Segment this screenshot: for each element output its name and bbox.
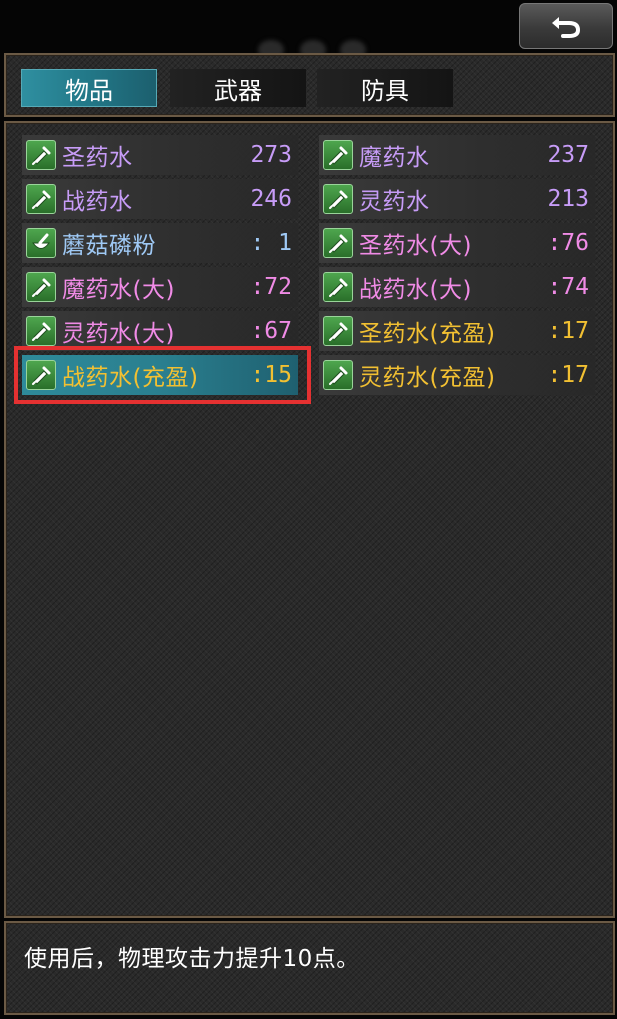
inventory-item[interactable]: 战药水 246 — [22, 179, 298, 219]
inventory-item[interactable]: 圣药水(充盈) :17 — [319, 311, 595, 351]
inventory-item[interactable]: 圣药水 273 — [22, 135, 298, 175]
potion-icon — [323, 272, 353, 302]
item-count: :17 — [547, 362, 589, 388]
potion-icon — [26, 316, 56, 346]
item-count: :76 — [547, 230, 589, 256]
selection-highlight — [14, 346, 311, 404]
back-button[interactable] — [519, 3, 613, 49]
item-name: 魔药水(大) — [62, 277, 175, 303]
inventory-item[interactable]: 蘑菇磷粉 : 1 — [22, 223, 298, 263]
item-name: 灵药水(充盈) — [359, 365, 496, 391]
potion-icon — [323, 184, 353, 214]
item-name: 灵药水(大) — [62, 321, 175, 347]
item-count: 213 — [547, 186, 589, 212]
potion-icon — [26, 272, 56, 302]
item-count: : 1 — [250, 230, 292, 256]
item-count: 273 — [250, 142, 292, 168]
item-name: 圣药水(大) — [359, 233, 472, 259]
return-arrow-icon — [552, 17, 581, 38]
potion-icon — [323, 316, 353, 346]
item-list-panel: 圣药水 273 战药水 246 蘑菇磷粉 : 1 魔药水(大) :72 灵药水(大) :67 战药水… — [4, 121, 615, 918]
potion-icon — [26, 140, 56, 170]
item-count: :17 — [547, 318, 589, 344]
inventory-item[interactable]: 灵药水(大) :67 — [22, 311, 298, 351]
item-name: 圣药水 — [62, 145, 133, 171]
item-description: 使用后，物理攻击力提升10点。 — [24, 946, 360, 972]
tab-items[interactable]: 物品 — [21, 69, 157, 107]
item-name: 战药水 — [62, 189, 133, 215]
inventory-item[interactable]: 圣药水(大) :76 — [319, 223, 595, 263]
item-count: 246 — [250, 186, 292, 212]
potion-icon — [323, 140, 353, 170]
item-description-panel: 使用后，物理攻击力提升10点。 — [4, 921, 615, 1015]
potion-icon — [323, 360, 353, 390]
item-name: 蘑菇磷粉 — [62, 233, 156, 259]
category-tab-bar: 物品 武器 防具 — [4, 53, 615, 117]
item-name: 魔药水 — [359, 145, 430, 171]
item-count: :74 — [547, 274, 589, 300]
inventory-item[interactable]: 战药水(大) :74 — [319, 267, 595, 307]
potion-icon — [26, 184, 56, 214]
item-name: 圣药水(充盈) — [359, 321, 496, 347]
tab-label: 防具 — [361, 76, 409, 105]
item-name: 战药水(大) — [359, 277, 472, 303]
tab-label: 物品 — [65, 76, 113, 105]
inventory-screen: 物品 武器 防具 圣药水 273 战药水 246 蘑菇磷粉 : 1 魔药水(大) :72 灵药水… — [0, 0, 617, 1019]
inventory-item[interactable]: 魔药水(大) :72 — [22, 267, 298, 307]
tab-armor[interactable]: 防具 — [317, 69, 453, 107]
tab-weapons[interactable]: 武器 — [170, 69, 306, 107]
mortar-icon — [26, 228, 56, 258]
inventory-item[interactable]: 灵药水 213 — [319, 179, 595, 219]
item-count: :72 — [250, 274, 292, 300]
item-count: 237 — [547, 142, 589, 168]
inventory-item[interactable]: 灵药水(充盈) :17 — [319, 355, 595, 395]
item-name: 灵药水 — [359, 189, 430, 215]
inventory-item[interactable]: 魔药水 237 — [319, 135, 595, 175]
tab-label: 武器 — [214, 76, 262, 105]
item-count: :67 — [250, 318, 292, 344]
potion-icon — [323, 228, 353, 258]
